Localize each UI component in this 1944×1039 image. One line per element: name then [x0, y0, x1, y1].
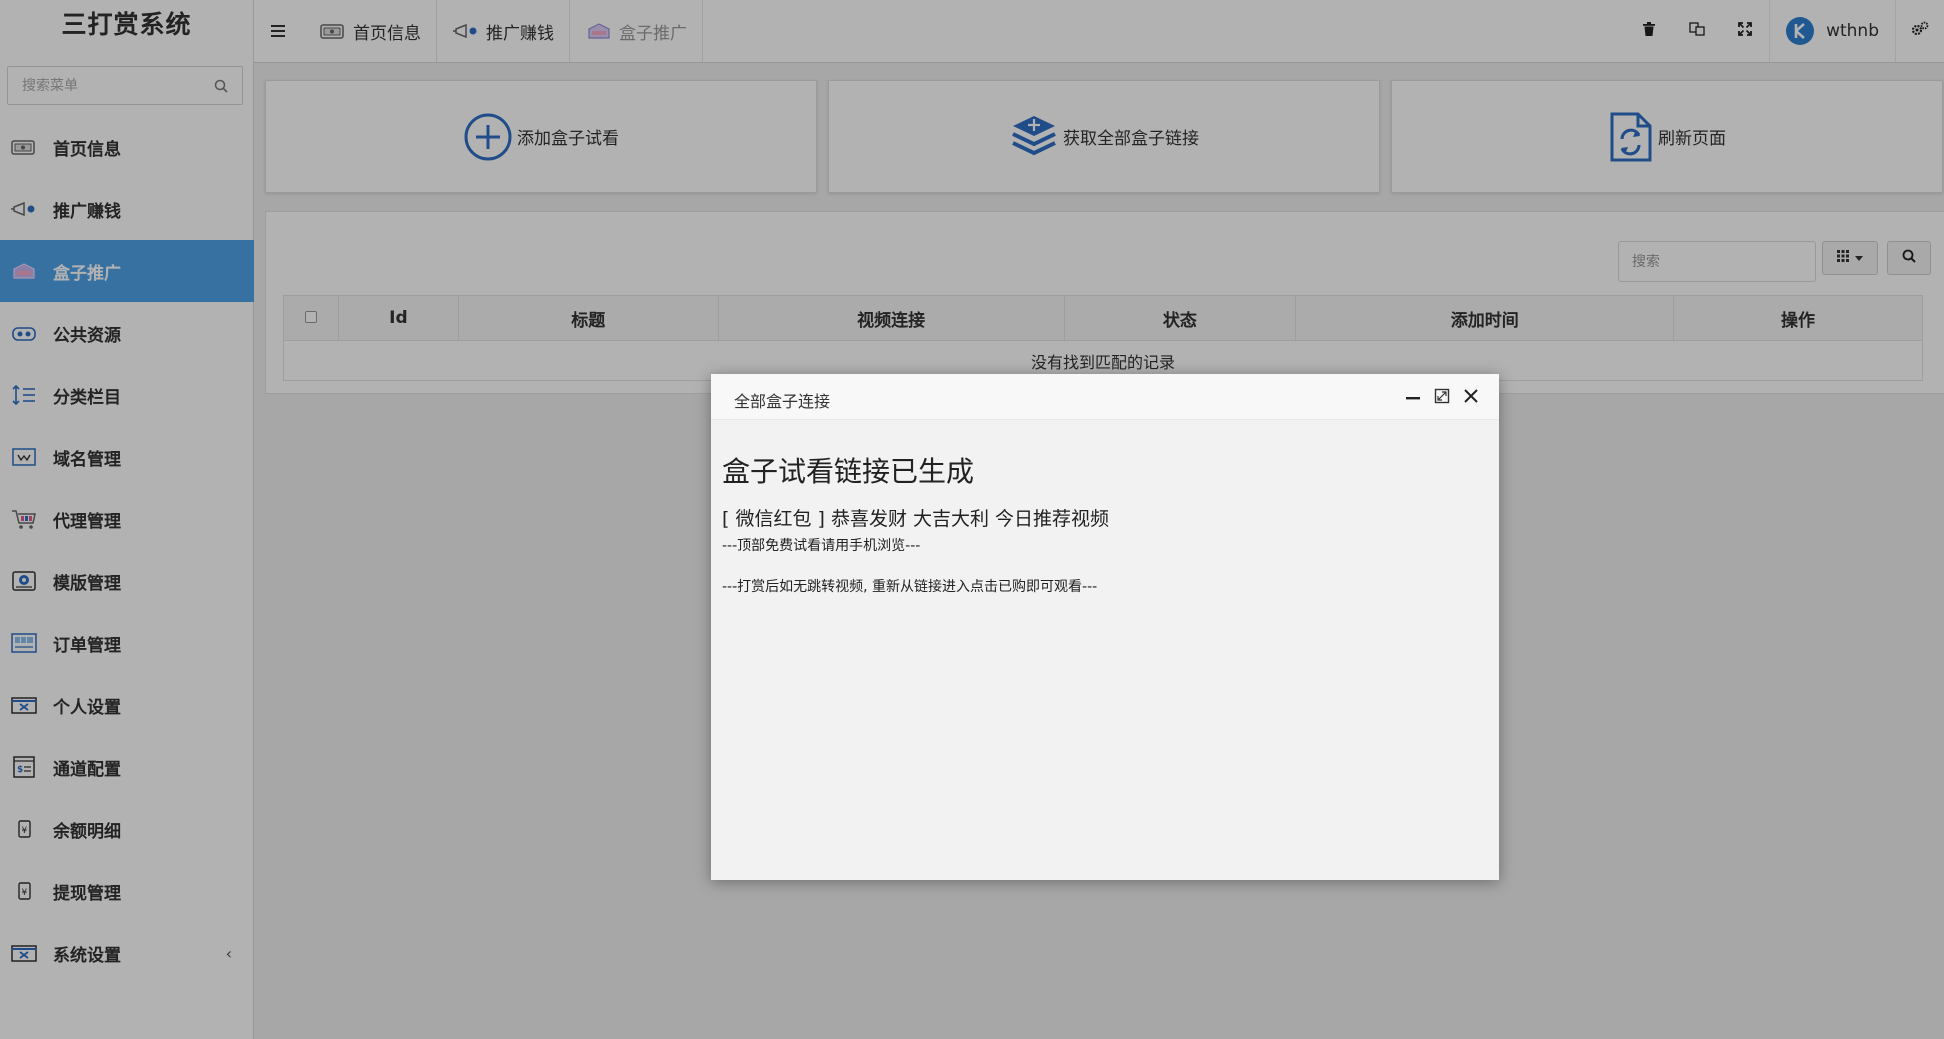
modal-window-controls: [1403, 386, 1481, 406]
modal-title: 全部盒子连接: [734, 392, 831, 411]
modal-link-title: [ 微信红包 ] 恭喜发财 大吉大利 今日推荐视频: [722, 508, 1110, 530]
close-icon[interactable]: [1461, 386, 1481, 406]
modal-body: 盒子试看链接已生成 [ 微信红包 ] 恭喜发财 大吉大利 今日推荐视频 ---顶…: [711, 450, 1499, 596]
links-modal: 全部盒子连接 盒子试看链接已生成 [ 微信红包 ] 恭喜发财 大吉大利 今日推荐…: [711, 374, 1499, 880]
modal-note-bottom: ---打赏后如无跳转视频, 重新从链接进入点击已购即可观看---: [722, 579, 1098, 595]
modal-heading: 盒子试看链接已生成: [722, 455, 975, 488]
modal-header: 全部盒子连接: [711, 374, 1499, 420]
minimize-icon[interactable]: [1403, 386, 1423, 406]
maximize-icon[interactable]: [1432, 386, 1452, 406]
modal-note-top: ---顶部免费试看请用手机浏览---: [722, 538, 921, 554]
